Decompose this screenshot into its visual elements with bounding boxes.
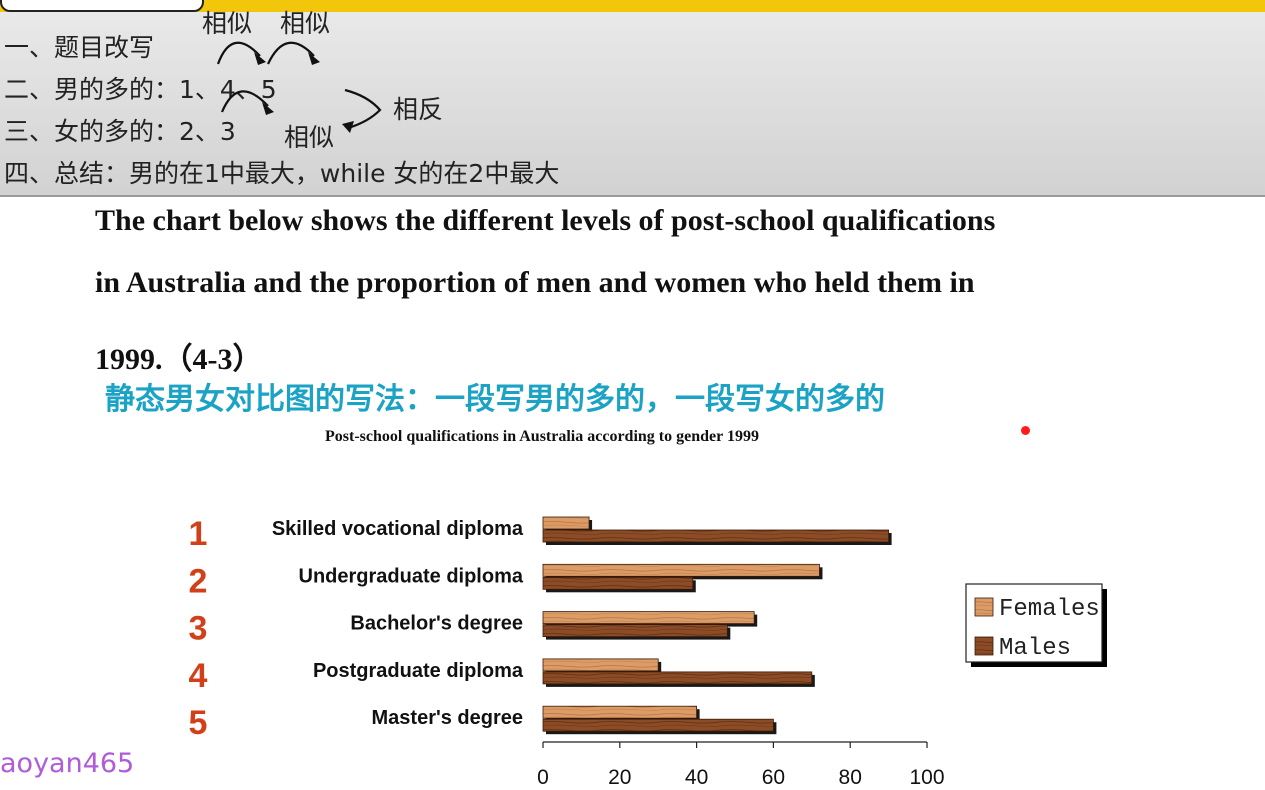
- bar-females-3: [542, 611, 755, 624]
- bar-males-3: [542, 624, 728, 637]
- bar-females-4: [542, 658, 659, 672]
- category-number-3: 3: [189, 610, 208, 648]
- bar-males-4: [542, 671, 813, 685]
- category-label-2: Undergraduate diploma: [299, 565, 524, 587]
- watermark: aoyan465: [0, 748, 135, 779]
- category-number-2: 2: [189, 562, 208, 600]
- bar-females-2: [542, 563, 820, 577]
- x-tick-label-40: 40: [685, 766, 708, 789]
- category-label-5: Master's degree: [372, 707, 524, 729]
- bar-females-5: [542, 705, 698, 719]
- legend-swatch-males: [974, 636, 994, 656]
- category-number-5: 5: [189, 704, 208, 742]
- x-tick-label-100: 100: [909, 766, 944, 789]
- x-tick-label-20: 20: [608, 766, 631, 789]
- category-number-4: 4: [189, 657, 208, 695]
- legend-label-females: Females: [999, 596, 1100, 623]
- category-number-1: 1: [189, 515, 208, 553]
- bar-females-1: [542, 516, 590, 530]
- x-tick-label-0: 0: [537, 766, 549, 789]
- category-label-1: Skilled vocational diploma: [272, 518, 524, 540]
- x-tick-label-60: 60: [762, 766, 785, 789]
- category-label-3: Bachelor's degree: [350, 613, 523, 635]
- bar-chart: Skilled vocational diploma 1 Undergraduate…: [189, 515, 1107, 789]
- bar-males-2: [542, 576, 694, 590]
- category-label-4: Postgraduate diploma: [313, 660, 524, 682]
- bar-males-5: [542, 718, 774, 732]
- legend-label-males: Males: [999, 635, 1071, 662]
- x-tick-label-80: 80: [839, 766, 862, 789]
- bar-males-1: [542, 529, 890, 543]
- legend-swatch-females: [974, 597, 994, 617]
